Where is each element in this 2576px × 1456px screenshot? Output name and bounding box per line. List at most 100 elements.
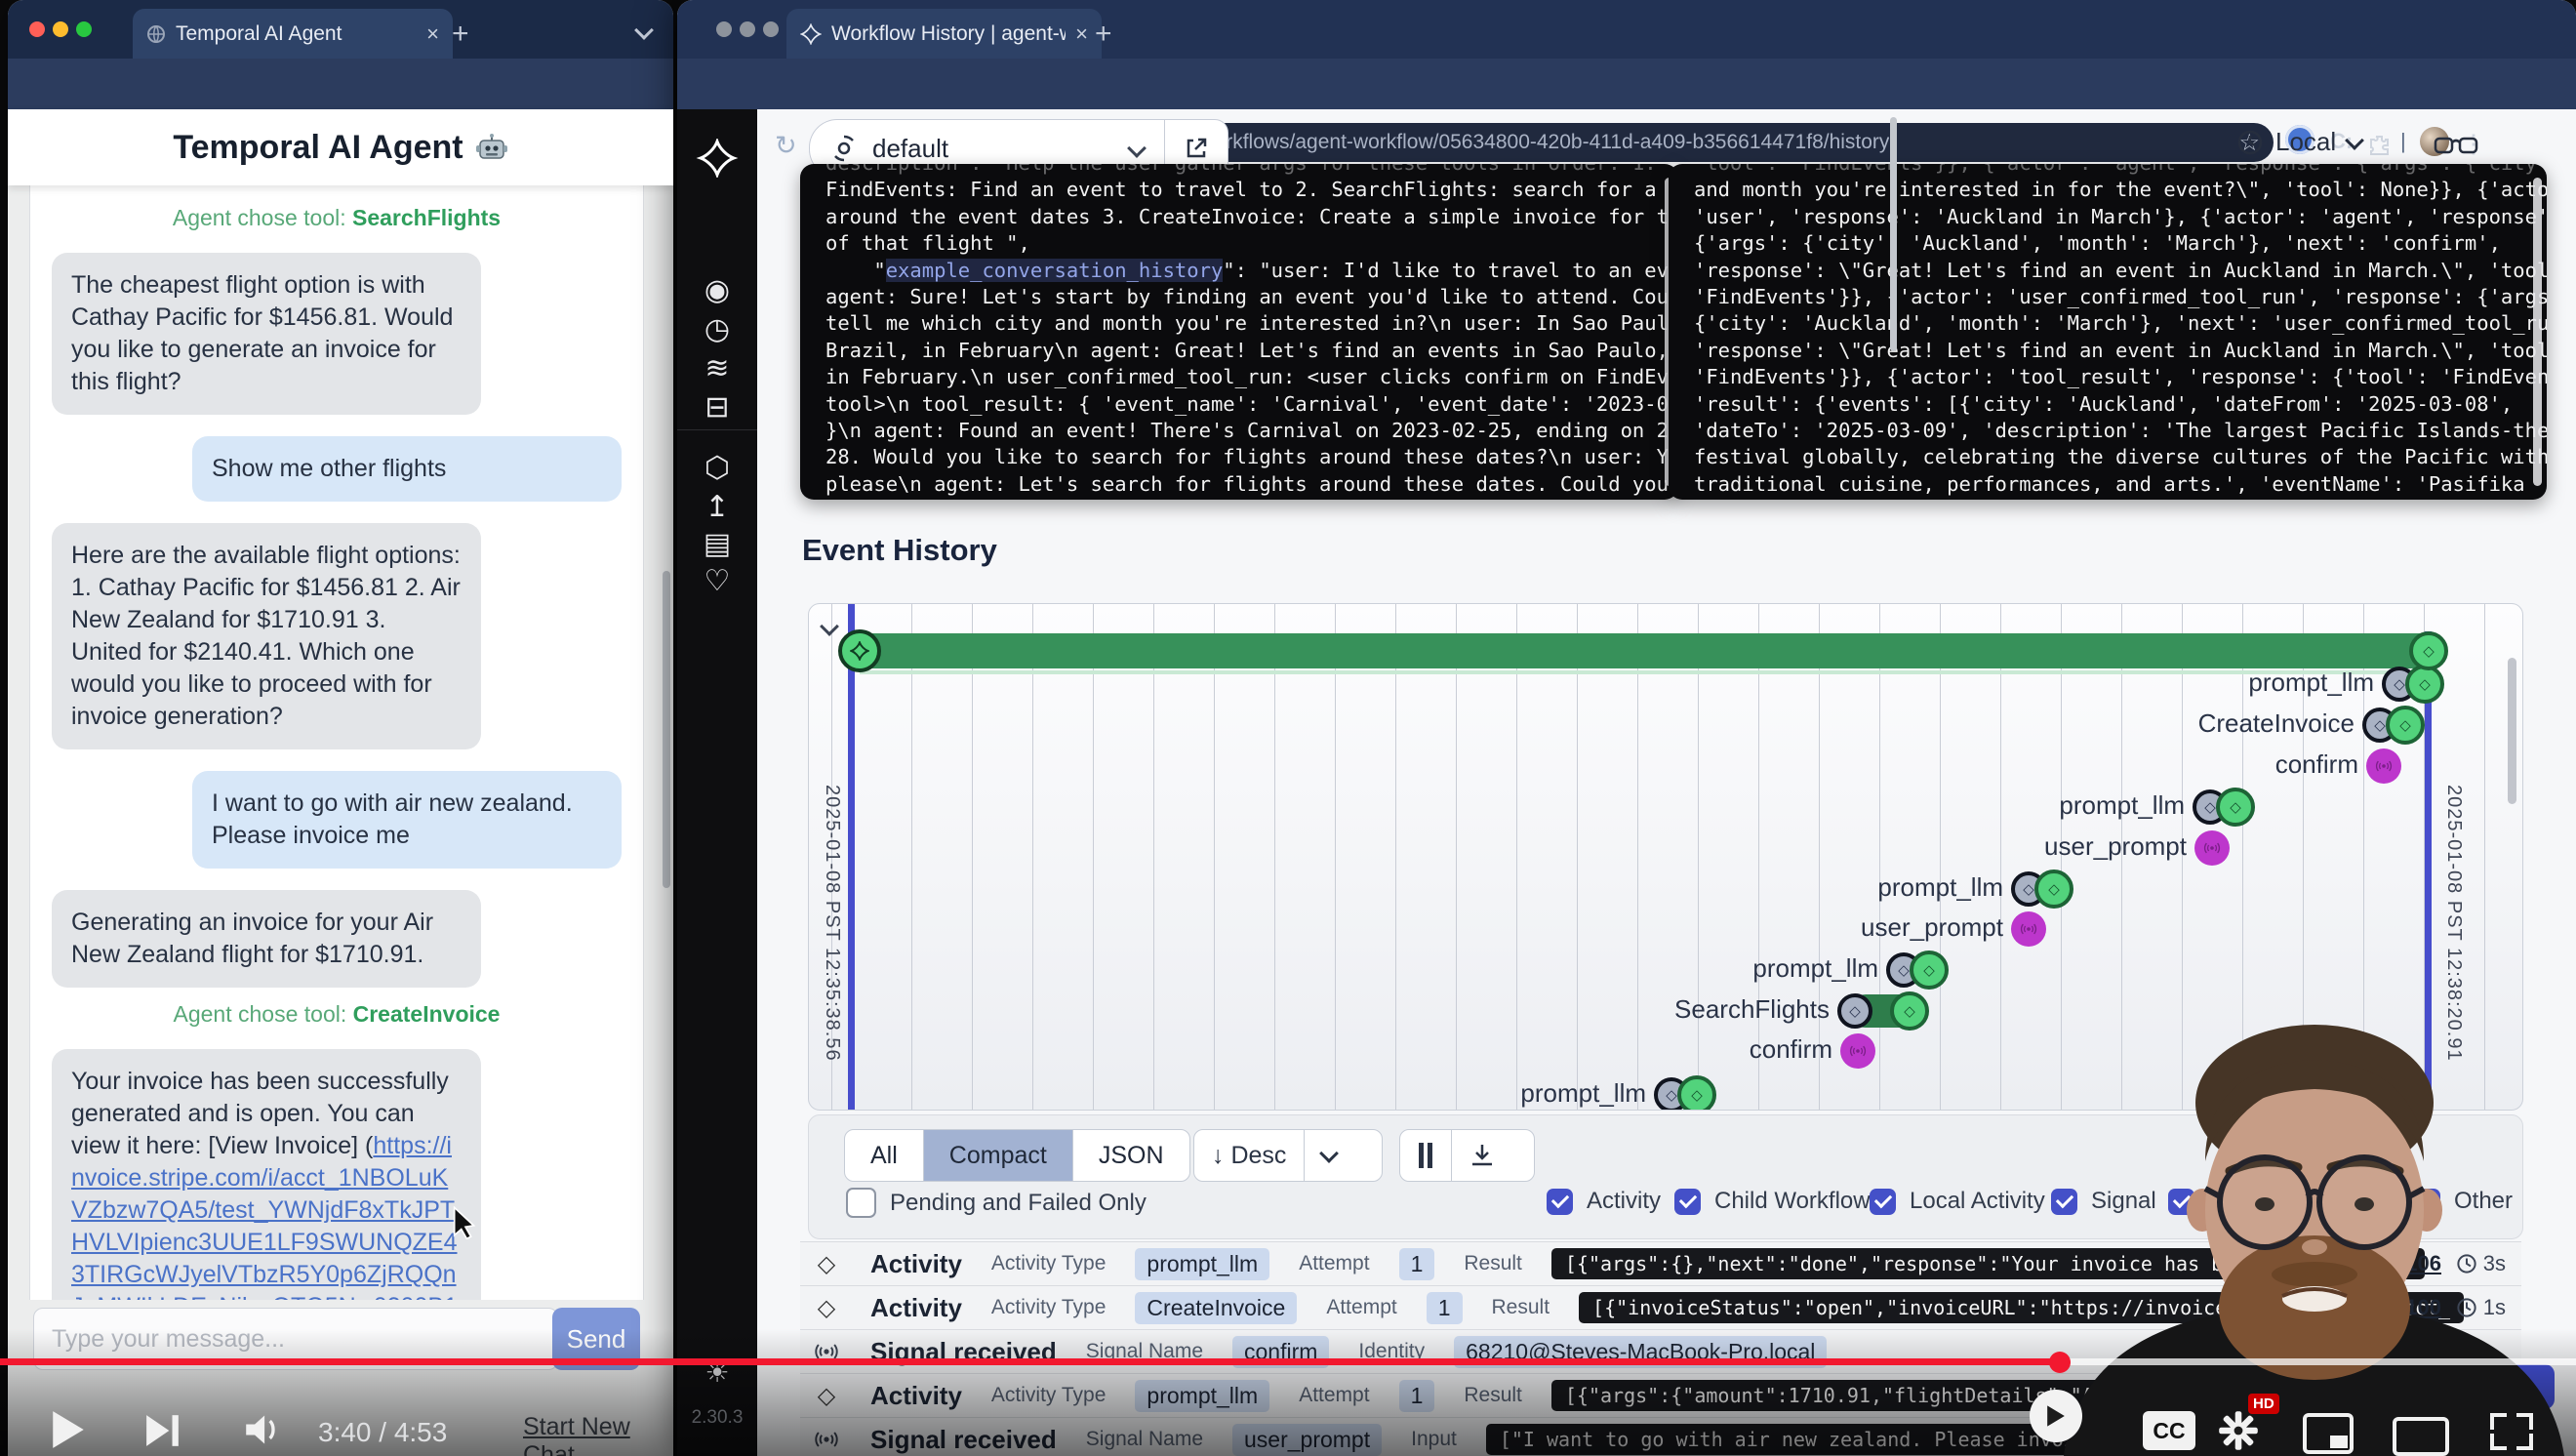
activity-diamond-icon: ◇ — [812, 1250, 841, 1278]
new-tab-button[interactable]: + — [452, 18, 469, 51]
zoom-window-button[interactable] — [76, 21, 92, 37]
timeline-scrollbar[interactable] — [2508, 658, 2516, 804]
code-line: and month you're interested in for the e… — [1694, 177, 2547, 203]
collapse-timeline-chevron-icon[interactable] — [820, 617, 839, 636]
extensions-puzzle-icon[interactable] — [2367, 133, 2391, 156]
external-link-icon — [1184, 136, 1209, 161]
pause-button[interactable] — [1400, 1130, 1451, 1181]
volume-button[interactable] — [244, 1413, 283, 1446]
workflow-execution-bar[interactable] — [860, 633, 2431, 668]
download-button[interactable] — [1452, 1130, 1512, 1181]
view-segmented-control[interactable]: AllCompactJSON — [844, 1129, 1190, 1182]
fullscreen-button[interactable] — [2490, 1413, 2533, 1450]
reader-glasses-icon[interactable] — [2434, 131, 2478, 160]
check-mark — [1873, 1191, 1891, 1208]
checkbox-icon[interactable] — [1674, 1189, 1701, 1215]
pending-failed-checkbox[interactable]: Pending and Failed Only — [846, 1188, 1147, 1218]
type-filter-activity[interactable]: Activity — [1547, 1188, 1661, 1215]
temporal-logo-icon[interactable] — [677, 139, 757, 178]
sidebar-item-nexus[interactable]: ⬡ — [677, 451, 757, 485]
settings-gear-icon[interactable] — [2217, 1409, 2260, 1452]
sidebar-item-schedules[interactable]: ◷ — [677, 312, 757, 346]
namespace-value: default — [872, 134, 948, 164]
page-title: Temporal AI Agent — [173, 129, 463, 167]
tab-close-icon[interactable]: × — [426, 21, 439, 47]
video-progress-played[interactable] — [0, 1358, 2055, 1365]
tab-temporal-ai-agent[interactable]: Temporal AI Agent × — [133, 9, 453, 59]
invoice-link[interactable]: https://invoice.stripe.com/i/acct_1NBOLu… — [71, 1132, 458, 1300]
timeline-event-label: user_prompt — [2044, 831, 2187, 862]
code-scrollbar[interactable] — [2533, 178, 2542, 486]
autoplay-toggle[interactable] — [2030, 1390, 2082, 1442]
activity-scheduled-marker[interactable]: ◇ — [1837, 993, 1872, 1029]
close-window-button[interactable] — [29, 21, 45, 37]
timezone-selector[interactable]: Local — [2236, 127, 2361, 157]
page-scrollbar[interactable] — [1890, 117, 1897, 351]
miniplayer-button[interactable] — [2303, 1413, 2354, 1454]
play-button[interactable] — [51, 1409, 86, 1450]
timeline-event-label: prompt_llm — [1520, 1078, 1646, 1109]
type-filter-child-workflow[interactable]: Child Workflow — [1674, 1188, 1871, 1215]
user-message-bubble: I want to go with air new zealand. Pleas… — [192, 771, 622, 869]
activity-completed-marker[interactable]: ◇ — [2405, 665, 2444, 704]
pause-download-buttons[interactable] — [1399, 1129, 1535, 1182]
sort-chevron-icon[interactable] — [1305, 1130, 1353, 1181]
sort-desc-label[interactable]: ↓ Desc — [1194, 1130, 1304, 1181]
tab-title: Temporal AI Agent — [176, 22, 417, 46]
workflow-end-marker[interactable]: ◇ — [2409, 631, 2448, 670]
view-option-all[interactable]: All — [845, 1130, 924, 1181]
reload-button[interactable]: ↻ — [775, 131, 797, 161]
minimize-window-button[interactable] — [740, 21, 755, 37]
view-option-json[interactable]: JSON — [1073, 1130, 1189, 1181]
activity-completed-marker[interactable]: ◇ — [2034, 870, 2073, 909]
mouse-cursor — [451, 1206, 480, 1239]
workflow-start-marker[interactable] — [838, 629, 881, 672]
sidebar-item-docs[interactable]: ▤ — [677, 527, 757, 561]
close-window-button[interactable] — [716, 21, 732, 37]
activity-completed-marker[interactable]: ◇ — [2216, 788, 2255, 827]
field-value-chip: CreateInvoice — [1135, 1292, 1297, 1324]
toolbar-divider: | — [2400, 129, 2406, 154]
sidebar-item-workflows[interactable]: ◉ — [677, 273, 757, 307]
field-value-chip: 1 — [1399, 1248, 1435, 1280]
minimize-window-button[interactable] — [53, 21, 68, 37]
code-line: traditional cuisine, performances, and a… — [1694, 471, 2547, 498]
time-display: 3:40 / 4:53 — [318, 1417, 447, 1448]
timeline-event-label: prompt_llm — [2059, 790, 2185, 821]
tab-close-icon[interactable]: × — [1075, 21, 1088, 47]
view-option-compact[interactable]: Compact — [924, 1130, 1073, 1181]
sidebar-item-import[interactable]: ↥ — [677, 490, 757, 524]
sidebar-item-batch[interactable]: ⊟ — [677, 390, 757, 425]
video-progress-remaining[interactable] — [2066, 1358, 2576, 1365]
sidebar-item-feedback[interactable]: ♡ — [677, 564, 757, 598]
sidebar-item-deployments[interactable]: ≋ — [677, 351, 757, 385]
payload-panel-right[interactable]: 'tool': 'FindEvents'}}, {'actor': 'agent… — [1669, 164, 2547, 500]
type-filter-label: Child Workflow — [1714, 1188, 1871, 1215]
code-line: 'result': {'events': [{'city': 'Auckland… — [1694, 391, 2547, 418]
checkbox-icon[interactable] — [1870, 1189, 1896, 1215]
new-tab-button[interactable]: + — [1095, 18, 1112, 51]
activity-completed-marker[interactable]: ◇ — [1677, 1075, 1716, 1111]
activity-completed-marker[interactable]: ◇ — [1890, 991, 1929, 1031]
type-filter-label: Local Activity — [1910, 1188, 2045, 1215]
chat-scrollbar[interactable] — [663, 571, 670, 888]
theater-mode-button[interactable] — [2393, 1417, 2449, 1456]
signal-event-marker[interactable] — [1840, 1033, 1875, 1069]
tab-workflow-history[interactable]: Workflow History | agent-wor × — [786, 9, 1102, 59]
activity-completed-marker[interactable]: ◇ — [1910, 950, 1949, 990]
checkbox-icon[interactable] — [1547, 1189, 1573, 1215]
captions-button[interactable]: CC — [2143, 1411, 2195, 1450]
signal-event-marker[interactable] — [2011, 911, 2046, 947]
zoom-window-button[interactable] — [763, 21, 779, 37]
payload-panel-left[interactable]: description": "Help the user gather args… — [800, 164, 1678, 500]
signal-event-marker[interactable] — [2366, 748, 2401, 784]
video-playhead[interactable] — [2049, 1352, 2071, 1373]
type-filter-local-activity[interactable]: Local Activity — [1870, 1188, 2045, 1215]
signal-event-marker[interactable] — [2194, 830, 2230, 866]
sort-order-button[interactable]: ↓ Desc — [1193, 1129, 1383, 1182]
tab-search-chevron-icon[interactable] — [634, 20, 654, 40]
timeline-event-label: prompt_llm — [1877, 872, 2003, 903]
activity-completed-marker[interactable]: ◇ — [2386, 706, 2425, 745]
code-line: 28. Would you like to search for flights… — [825, 444, 1678, 470]
next-button[interactable] — [144, 1413, 181, 1448]
